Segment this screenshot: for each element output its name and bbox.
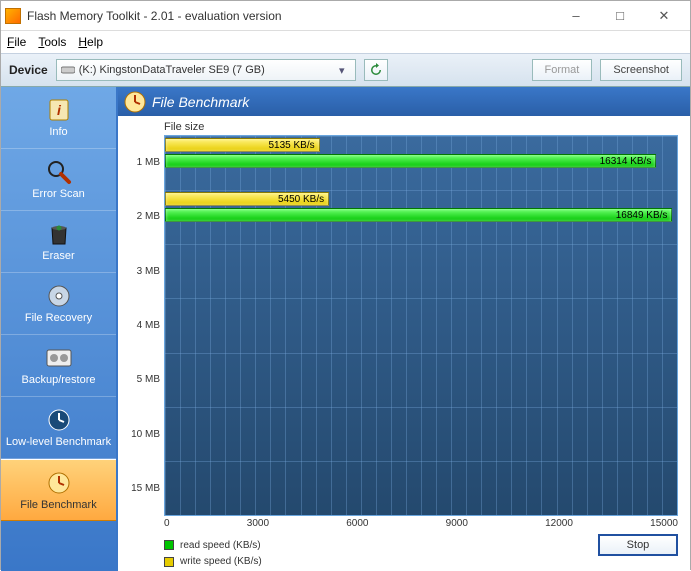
sidebar-item-file-benchmark[interactable]: File Benchmark — [1, 459, 116, 521]
format-button[interactable]: Format — [532, 59, 593, 81]
device-label: Device — [9, 63, 48, 77]
sidebar-item-error-scan[interactable]: Error Scan — [1, 149, 116, 211]
menu-bar: File Tools Help — [1, 31, 690, 53]
sidebar-item-label: Low-level Benchmark — [6, 436, 111, 448]
window-title: Flash Memory Toolkit - 2.01 - evaluation… — [27, 9, 554, 23]
close-button[interactable]: ✕ — [642, 2, 686, 30]
clock-icon — [46, 470, 72, 496]
sidebar-item-info[interactable]: i Info — [1, 87, 116, 149]
sidebar-item-label: Eraser — [42, 250, 74, 262]
y-tick: 15 MB — [124, 462, 160, 516]
sidebar-item-low-level-benchmark[interactable]: Low-level Benchmark — [1, 397, 116, 459]
sidebar-item-file-recovery[interactable]: File Recovery — [1, 273, 116, 335]
workspace: i Info Error Scan Eraser File Recovery — [1, 87, 690, 571]
x-tick: 12000 — [545, 518, 573, 532]
bar-write: 5135 KB/s — [165, 138, 320, 152]
y-tick: 10 MB — [124, 407, 160, 461]
menu-file[interactable]: File — [7, 35, 26, 49]
x-tick: 15000 — [650, 518, 678, 532]
y-tick: 1 MB — [124, 135, 160, 189]
title-bar: Flash Memory Toolkit - 2.01 - evaluation… — [1, 1, 690, 31]
chart: File size 1 MB2 MB3 MB4 MB5 MB10 MB15 MB… — [118, 117, 690, 571]
stop-button[interactable]: Stop — [598, 534, 678, 556]
refresh-button[interactable] — [364, 59, 388, 81]
clock-icon — [46, 407, 72, 433]
chevron-down-icon: ▾ — [333, 61, 351, 79]
sidebar-item-label: Backup/restore — [22, 374, 96, 386]
drive-icon — [61, 65, 75, 75]
chart-title: File size — [164, 121, 678, 133]
screenshot-button[interactable]: Screenshot — [600, 59, 682, 81]
clock-icon — [124, 91, 146, 113]
x-axis: 0 3000 6000 9000 12000 15000 — [164, 516, 678, 532]
legend-read-label: read speed (KB/s) — [180, 540, 261, 551]
y-axis: 1 MB2 MB3 MB4 MB5 MB10 MB15 MB — [124, 135, 164, 516]
magnifier-icon — [46, 159, 72, 185]
maximize-button[interactable]: □ — [598, 2, 642, 30]
panel-header: File Benchmark — [118, 87, 690, 117]
info-icon: i — [46, 97, 72, 123]
y-tick: 3 MB — [124, 244, 160, 298]
legend-write: write speed (KB/s) — [164, 554, 678, 569]
sidebar-item-label: Info — [49, 126, 67, 138]
x-tick: 3000 — [247, 518, 269, 532]
bar-read: 16849 KB/s — [165, 208, 672, 222]
bar-write: 5450 KB/s — [165, 192, 329, 206]
device-value: (K:) KingstonDataTraveler SE9 (7 GB) — [79, 64, 265, 76]
plot-area: 5135 KB/s 16314 KB/s 5450 KB/s 16849 KB/s — [164, 135, 678, 516]
sidebar-item-label: File Recovery — [25, 312, 92, 324]
sidebar-item-backup-restore[interactable]: Backup/restore — [1, 335, 116, 397]
legend-swatch-write — [164, 557, 174, 567]
legend-swatch-read — [164, 540, 174, 550]
device-select[interactable]: (K:) KingstonDataTraveler SE9 (7 GB) ▾ — [56, 59, 356, 81]
trash-icon — [46, 221, 72, 247]
legend-write-label: write speed (KB/s) — [180, 556, 262, 567]
x-tick: 9000 — [446, 518, 468, 532]
sidebar-item-label: File Benchmark — [20, 499, 96, 511]
refresh-icon — [369, 63, 383, 77]
menu-help[interactable]: Help — [78, 35, 103, 49]
sidebar: i Info Error Scan Eraser File Recovery — [1, 87, 116, 571]
menu-tools[interactable]: Tools — [38, 35, 66, 49]
bar-read: 16314 KB/s — [165, 154, 656, 168]
disc-icon — [46, 283, 72, 309]
x-tick: 0 — [164, 518, 170, 532]
y-tick: 4 MB — [124, 298, 160, 352]
app-icon — [5, 8, 21, 24]
minimize-button[interactable]: – — [554, 2, 598, 30]
main-panel: File Benchmark File size 1 MB2 MB3 MB4 M… — [116, 87, 690, 571]
x-tick: 6000 — [346, 518, 368, 532]
chart-area: 1 MB2 MB3 MB4 MB5 MB10 MB15 MB 5135 KB/s… — [124, 135, 678, 516]
sidebar-item-label: Error Scan — [32, 188, 85, 200]
tape-icon — [46, 345, 72, 371]
panel-title: File Benchmark — [152, 94, 249, 110]
y-tick: 5 MB — [124, 353, 160, 407]
sidebar-item-eraser[interactable]: Eraser — [1, 211, 116, 273]
toolbar: Device (K:) KingstonDataTraveler SE9 (7 … — [1, 53, 690, 87]
y-tick: 2 MB — [124, 189, 160, 243]
